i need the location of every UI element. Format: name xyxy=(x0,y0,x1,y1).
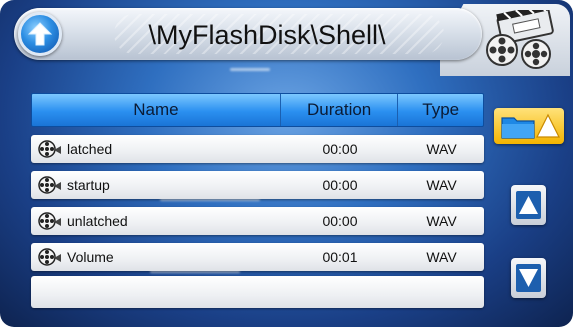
camera-film-icon xyxy=(486,10,554,69)
scroll-down-button[interactable] xyxy=(511,258,546,298)
row-type: WAV xyxy=(426,213,457,229)
table-row[interactable]: latched 00:00 WAV xyxy=(31,135,484,163)
media-browser-screen: \MyFlashDisk\Shell\ Name Duration Type l… xyxy=(0,0,573,327)
triangle-down-icon xyxy=(516,264,541,292)
column-header-name[interactable]: Name xyxy=(32,94,281,126)
folder-up-icon xyxy=(501,113,560,139)
file-table: Name Duration Type latched 00:00 WAV sta… xyxy=(31,93,484,308)
row-name-cell: startup xyxy=(31,175,281,195)
table-header: Name Duration Type xyxy=(31,93,484,127)
row-duration: 00:00 xyxy=(322,213,358,229)
film-reel-icon xyxy=(38,248,61,266)
table-row[interactable]: unlatched 00:00 WAV xyxy=(31,207,484,235)
row-type: WAV xyxy=(426,141,457,157)
row-duration: 00:00 xyxy=(322,177,358,193)
table-row[interactable]: startup 00:00 WAV xyxy=(31,171,484,199)
up-arrow-icon xyxy=(27,22,53,46)
row-name-cell: unlatched xyxy=(31,211,281,231)
film-reel-icon xyxy=(38,212,61,230)
film-reel-icon xyxy=(38,176,61,194)
background-streak xyxy=(230,68,270,71)
empty-row[interactable] xyxy=(31,276,484,308)
row-duration: 00:01 xyxy=(322,249,358,265)
row-name: Volume xyxy=(67,249,114,265)
column-header-duration[interactable]: Duration xyxy=(281,94,399,126)
path-title: \MyFlashDisk\Shell\ xyxy=(148,20,386,50)
row-type: WAV xyxy=(426,249,457,265)
column-header-type[interactable]: Type xyxy=(398,94,483,126)
folder-up-button[interactable] xyxy=(494,108,564,144)
triangle-up-icon xyxy=(516,191,541,219)
row-duration: 00:00 xyxy=(322,141,358,157)
up-directory-button[interactable] xyxy=(18,12,62,56)
row-name: unlatched xyxy=(67,213,128,229)
row-name: startup xyxy=(67,177,110,193)
scroll-up-button[interactable] xyxy=(511,185,546,225)
row-name-cell: Volume xyxy=(31,247,281,267)
film-reel-icon xyxy=(38,140,61,158)
row-name-cell: latched xyxy=(31,139,281,159)
table-row[interactable]: Volume 00:01 WAV xyxy=(31,243,484,271)
row-type: WAV xyxy=(426,177,457,193)
row-name: latched xyxy=(67,141,113,157)
